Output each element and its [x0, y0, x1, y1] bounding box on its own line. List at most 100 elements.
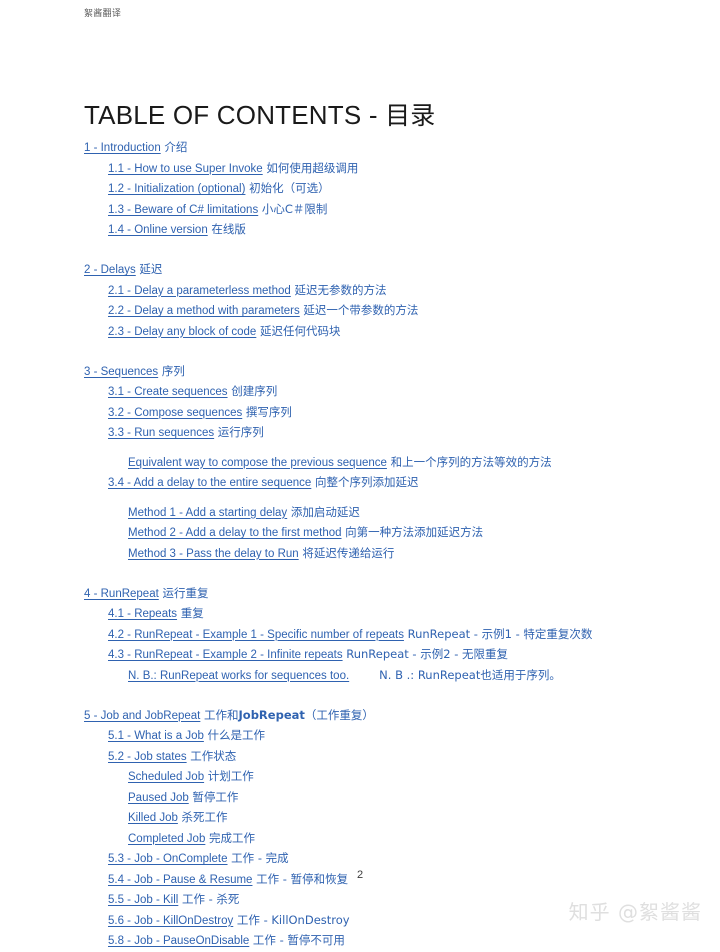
toc-link-english[interactable]: 4.3 - RunRepeat - Example 2 - Infinite r…	[108, 649, 343, 661]
toc-label-chinese: 序列	[158, 363, 185, 378]
toc-link-english[interactable]: 5.6 - Job - KillOnDestroy	[108, 915, 233, 927]
toc-label-chinese: 向整个序列添加延迟	[311, 475, 419, 489]
toc-label-chinese: 运行重复	[158, 585, 209, 600]
toc-entry[interactable]: 4.1 - Repeats 重复	[0, 604, 720, 625]
toc-entry[interactable]: Killed Job 杀死工作	[0, 808, 720, 829]
toc-entry[interactable]: 1.1 - How to use Super Invoke 如何使用超级调用	[0, 159, 720, 180]
toc-entry[interactable]: 4 - RunRepeat 运行重复	[0, 584, 720, 605]
toc-entry[interactable]: 4.2 - RunRepeat - Example 1 - Specific n…	[0, 625, 720, 646]
page-title-chinese: 目录	[385, 101, 436, 131]
toc-link-english[interactable]: 3 - Sequences	[84, 366, 158, 378]
toc-link-english[interactable]: 1.2 - Initialization (optional)	[108, 183, 245, 195]
watermark: 知乎 @絮酱酱	[568, 900, 702, 924]
toc-label-chinese: 完成工作	[205, 830, 256, 845]
toc-link-english[interactable]: Killed Job	[128, 812, 178, 824]
toc-entry[interactable]: Method 3 - Pass the delay to Run 将延迟传递给运…	[0, 544, 720, 565]
toc-subsection-spacer	[0, 444, 720, 453]
toc-link-english[interactable]: 1 - Introduction	[84, 142, 161, 154]
toc-link-english[interactable]: 4 - RunRepeat	[84, 588, 159, 600]
toc-entry[interactable]: 5 - Job and JobRepeat 工作和JobRepeat（工作重复）	[0, 706, 720, 727]
toc-link-english[interactable]: 5.5 - Job - Kill	[108, 894, 178, 906]
toc-entry[interactable]: 1.2 - Initialization (optional) 初始化（可选）	[0, 179, 720, 200]
toc-link-english[interactable]: 1.3 - Beware of C# limitations	[108, 204, 258, 216]
toc-link-english[interactable]: Equivalent way to compose the previous s…	[128, 457, 387, 469]
toc-entry[interactable]: Completed Job 完成工作	[0, 829, 720, 850]
toc-label-chinese: 初始化（可选）	[245, 181, 330, 195]
toc-label-chinese: 添加启动延迟	[287, 504, 360, 519]
toc-entry[interactable]: 3 - Sequences 序列	[0, 362, 720, 383]
toc-label-chinese: 工作 - 完成	[227, 851, 289, 865]
toc-entry[interactable]: 3.3 - Run sequences 运行序列	[0, 423, 720, 444]
table-of-contents: 1 - Introduction 介绍 1.1 - How to use Supe…	[0, 138, 720, 952]
toc-link-english[interactable]: 2.3 - Delay any block of code	[108, 326, 256, 338]
toc-label-chinese: 将延迟传递给运行	[298, 545, 395, 560]
toc-entry[interactable]: Paused Job 暂停工作	[0, 788, 720, 809]
toc-entry[interactable]: 2 - Delays 延迟	[0, 260, 720, 281]
toc-entry[interactable]: 2.2 - Delay a method with parameters 延迟一…	[0, 301, 720, 322]
toc-link-english[interactable]: 2.1 - Delay a parameterless method	[108, 285, 291, 297]
toc-label-chinese: 延迟无参数的方法	[290, 282, 387, 297]
toc-label-chinese: 什么是工作	[203, 728, 266, 742]
toc-entry[interactable]: Scheduled Job 计划工作	[0, 767, 720, 788]
toc-link-english[interactable]: 1.1 - How to use Super Invoke	[108, 163, 263, 175]
toc-entry[interactable]: 3.2 - Compose sequences 撰写序列	[0, 403, 720, 424]
page-title-english: TABLE OF CONTENTS -	[84, 100, 386, 131]
toc-entry[interactable]: Equivalent way to compose the previous s…	[0, 453, 720, 474]
toc-link-english[interactable]: N. B.: RunRepeat works for sequences too…	[128, 670, 349, 682]
toc-entry[interactable]: 1 - Introduction 介绍	[0, 138, 720, 159]
toc-subsection-spacer	[0, 494, 720, 503]
toc-link-english[interactable]: 3.3 - Run sequences	[108, 427, 214, 439]
toc-entry[interactable]: 2.3 - Delay any block of code 延迟任何代码块	[0, 322, 720, 343]
toc-link-english[interactable]: 3.4 - Add a delay to the entire sequence	[108, 477, 311, 489]
toc-entry[interactable]: 1.4 - Online version 在线版	[0, 220, 720, 241]
toc-link-english[interactable]: 4.2 - RunRepeat - Example 1 - Specific n…	[108, 629, 404, 641]
toc-link-english[interactable]: 5 - Job and JobRepeat	[84, 710, 200, 722]
toc-label-chinese: 运行序列	[214, 425, 264, 439]
toc-entry[interactable]: Method 1 - Add a starting delay 添加启动延迟	[0, 503, 720, 524]
toc-entry[interactable]: 1.3 - Beware of C# limitations 小心C＃限制	[0, 200, 720, 221]
toc-link-english[interactable]: 5.3 - Job - OnComplete	[108, 853, 228, 865]
toc-link-english[interactable]: Method 1 - Add a starting delay	[128, 507, 287, 519]
toc-label-chinese: 杀死工作	[177, 810, 228, 824]
toc-link-english[interactable]: 1.4 - Online version	[108, 224, 208, 236]
toc-label-chinese: 工作 - 暂停不可用	[249, 933, 345, 947]
toc-section-spacer	[0, 686, 720, 706]
toc-link-english[interactable]: 5.2 - Job states	[108, 751, 187, 763]
toc-section-spacer	[0, 564, 720, 584]
toc-entry[interactable]: 5.8 - Job - PauseOnDisable 工作 - 暂停不可用	[0, 931, 720, 952]
toc-link-english[interactable]: Paused Job	[128, 792, 189, 804]
toc-entry[interactable]: 3.4 - Add a delay to the entire sequence…	[0, 473, 720, 494]
toc-label-chinese: 延迟任何代码块	[256, 323, 341, 338]
toc-label-chinese: 延迟	[135, 262, 163, 276]
toc-link-english[interactable]: 2 - Delays	[84, 264, 136, 276]
toc-entry[interactable]: 2.1 - Delay a parameterless method 延迟无参数…	[0, 281, 720, 302]
toc-label-chinese: 计划工作	[204, 769, 254, 783]
toc-link-english[interactable]: Method 2 - Add a delay to the first meth…	[128, 527, 342, 539]
toc-link-english[interactable]: 5.1 - What is a Job	[108, 730, 204, 742]
toc-entry[interactable]: 5.1 - What is a Job 什么是工作	[0, 726, 720, 747]
toc-label-chinese: N. B .: RunRepeat也适用于序列。	[379, 667, 561, 682]
page-title: TABLE OF CONTENTS - 目录	[84, 96, 436, 132]
toc-label-chinese: 重复	[177, 606, 204, 620]
toc-label-chinese: 和上一个序列的方法等效的方法	[386, 454, 552, 469]
toc-label-chinese: 撰写序列	[242, 404, 292, 419]
toc-link-english[interactable]: 4.1 - Repeats	[108, 608, 177, 620]
toc-label-chinese: 工作 - 杀死	[178, 892, 240, 906]
toc-label-chinese: 工作状态	[186, 748, 237, 763]
toc-entry[interactable]: 4.3 - RunRepeat - Example 2 - Infinite r…	[0, 645, 720, 666]
toc-entry[interactable]: 5.2 - Job states 工作状态	[0, 747, 720, 768]
toc-entry[interactable]: N. B.: RunRepeat works for sequences too…	[0, 666, 720, 687]
toc-label-chinese: 工作和JobRepeat（工作重复）	[200, 707, 374, 722]
toc-label-chinese: 小心C＃限制	[258, 201, 328, 216]
toc-entry[interactable]: Method 2 - Add a delay to the first meth…	[0, 523, 720, 544]
toc-link-english[interactable]: 2.2 - Delay a method with parameters	[108, 305, 300, 317]
toc-entry[interactable]: 3.1 - Create sequences 创建序列	[0, 382, 720, 403]
toc-link-english[interactable]: 3.2 - Compose sequences	[108, 407, 242, 419]
toc-entry[interactable]: 5.3 - Job - OnComplete 工作 - 完成	[0, 849, 720, 870]
toc-link-english[interactable]: Completed Job	[128, 833, 205, 845]
toc-label-chinese: RunRepeat - 示例1 - 特定重复次数	[403, 626, 593, 641]
toc-link-english[interactable]: Method 3 - Pass the delay to Run	[128, 548, 299, 560]
toc-link-english[interactable]: 5.8 - Job - PauseOnDisable	[108, 935, 249, 947]
toc-link-english[interactable]: 3.1 - Create sequences	[108, 386, 228, 398]
toc-link-english[interactable]: Scheduled Job	[128, 771, 204, 783]
